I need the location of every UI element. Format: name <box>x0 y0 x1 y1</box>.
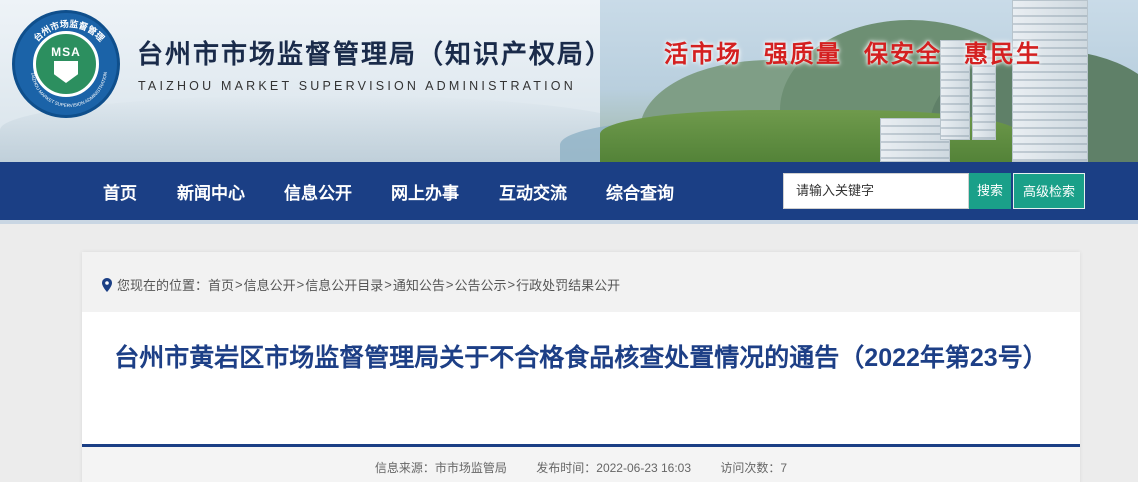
location-pin-icon <box>102 277 112 292</box>
breadcrumb-separator: > <box>384 277 392 292</box>
slogan: 强质量 <box>764 39 842 68</box>
breadcrumb-link-disclosure[interactable]: 信息公开 <box>244 275 296 294</box>
breadcrumb-prefix: 您现在的位置： <box>117 278 209 293</box>
site-subtitle: TAIZHOU MARKET SUPERVISION ADMINISTRATIO… <box>138 79 576 93</box>
site-title: 台州市市场监督管理局（知识产权局） <box>137 40 614 70</box>
breadcrumb-link-penalties[interactable]: 行政处罚结果公开 <box>516 275 620 294</box>
slogan: 惠民生 <box>964 39 1042 68</box>
nav-item-query[interactable]: 综合查询 <box>606 179 674 204</box>
building-graphic <box>1012 0 1088 162</box>
advanced-search-button[interactable]: 高级检索 <box>1013 173 1085 209</box>
article-source: 信息来源：市市场监管局 <box>374 461 507 475</box>
shield-icon <box>54 61 78 83</box>
article-title: 台州市黄岩区市场监督管理局关于不合格食品核查处置情况的通告（2022年第23号） <box>114 344 1048 372</box>
article-visit-count: 访问次数：7 <box>720 461 788 475</box>
nav-item-home[interactable]: 首页 <box>103 179 137 204</box>
article-published-time: 发布时间：2022-06-23 16:03 <box>536 461 692 475</box>
breadcrumb-bar: 您现在的位置： 首页 > 信息公开 > 信息公开目录 > 通知公告 > 公告公示… <box>82 252 1080 312</box>
nav-item-news[interactable]: 新闻中心 <box>177 179 245 204</box>
breadcrumb-separator: > <box>235 277 243 292</box>
breadcrumb-separator: > <box>445 277 454 292</box>
slogan: 活市场 <box>664 39 742 68</box>
article-meta: 信息来源：市市场监管局 发布时间：2022-06-23 16:03 访问次数：7 <box>82 459 1080 476</box>
site-banner: 台州市场监督管理 TAIZHOU MARKET SUPERVISION ADMI… <box>0 0 1138 162</box>
search-input[interactable]: 请输入关键字 <box>783 173 969 209</box>
slogan: 保安全 <box>864 39 942 68</box>
breadcrumb: 您现在的位置： 首页 > 信息公开 > 信息公开目录 > 通知公告 > 公告公示… <box>102 275 620 294</box>
breadcrumb-link-catalog[interactable]: 信息公开目录 <box>305 275 383 294</box>
search-button[interactable]: 搜索 <box>969 173 1011 209</box>
slogan-group: 活市场 强质量 保安全 惠民生 <box>664 34 1042 69</box>
breadcrumb-link-home[interactable]: 首页 <box>208 275 234 294</box>
logo-text: MSA <box>51 45 81 59</box>
nav-item-disclosure[interactable]: 信息公开 <box>284 179 352 204</box>
nav-item-interaction[interactable]: 互动交流 <box>499 179 567 204</box>
nav-divider <box>0 220 1138 224</box>
logo-emblem: MSA <box>33 31 99 97</box>
breadcrumb-link-announcements[interactable]: 公告公示 <box>454 275 506 294</box>
article-panel: 您现在的位置： 首页 > 信息公开 > 信息公开目录 > 通知公告 > 公告公示… <box>82 252 1080 482</box>
site-logo[interactable]: 台州市场监督管理 TAIZHOU MARKET SUPERVISION ADMI… <box>12 10 120 118</box>
nav-items: 首页 新闻中心 信息公开 网上办事 互动交流 综合查询 <box>0 162 674 220</box>
nav-item-online-services[interactable]: 网上办事 <box>391 179 459 204</box>
breadcrumb-separator: > <box>507 277 516 292</box>
breadcrumb-separator: > <box>296 277 305 292</box>
article-meta-bar: 信息来源：市市场监管局 发布时间：2022-06-23 16:03 访问次数：7 <box>82 447 1080 482</box>
breadcrumb-link-notices[interactable]: 通知公告 <box>393 275 445 294</box>
